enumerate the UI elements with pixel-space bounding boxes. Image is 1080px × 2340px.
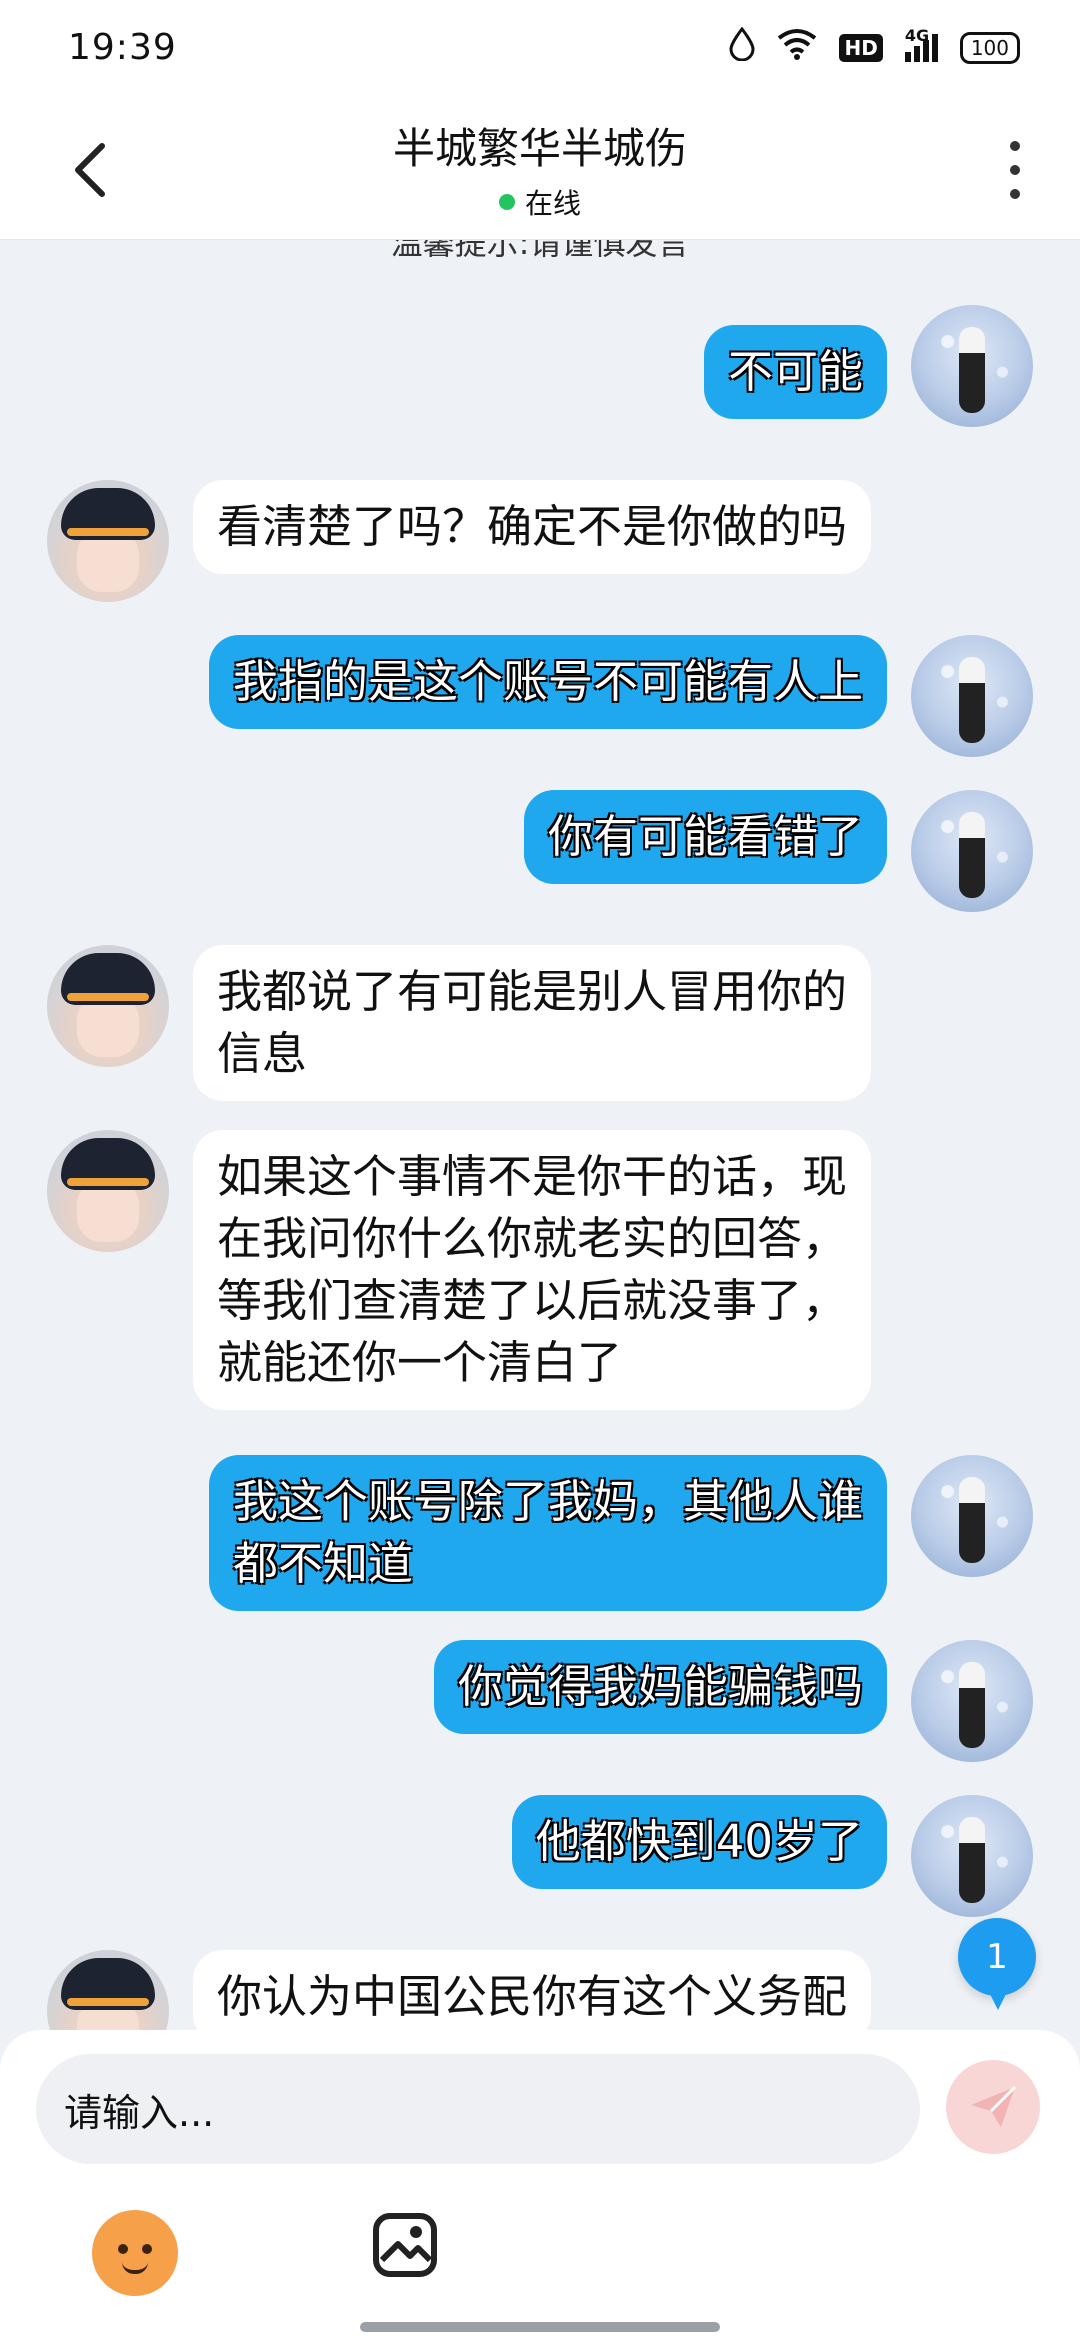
my-avatar[interactable] (911, 635, 1033, 757)
data-saver-icon (729, 26, 755, 69)
message-bubble-sent[interactable]: 你有可能看错了 (523, 790, 887, 884)
message-bubble-sent[interactable]: 他都快到40岁了 (511, 1795, 887, 1889)
chat-area[interactable]: 温馨提示:请谨慎发言 不可能 看清楚了吗？确定不是你做的吗 我指的是这个账号不可… (0, 240, 1080, 2030)
contact-avatar[interactable] (47, 480, 169, 602)
message-input[interactable]: 请输入... (36, 2054, 920, 2164)
contact-avatar[interactable] (47, 1950, 169, 2030)
status-icons: HD 4G 100 (729, 26, 1020, 69)
more-vertical-icon (1010, 141, 1020, 151)
wifi-icon (777, 28, 817, 68)
back-arrow-icon (75, 143, 105, 197)
message-bubble-sent[interactable]: 不可能 (703, 325, 887, 419)
battery-indicator: 100 (959, 31, 1020, 64)
send-icon (971, 2085, 1017, 2127)
my-avatar[interactable] (911, 1455, 1033, 1577)
title-block: 半城繁华半城伤 在线 (240, 115, 840, 222)
contact-avatar[interactable] (47, 1130, 169, 1252)
message-bubble-sent[interactable]: 你觉得我妈能骗钱吗 (433, 1640, 887, 1734)
status-bar: 19:39 HD 4G 100 (0, 0, 1080, 95)
message-bubble-sent[interactable]: 我这个账号除了我妈，其他人谁 都不知道 (208, 1455, 887, 1611)
message-bubble-sent[interactable]: 我指的是这个账号不可能有人上 (208, 635, 887, 729)
contact-avatar[interactable] (47, 945, 169, 1067)
input-bar: 请输入... (0, 2030, 1080, 2340)
online-dot-icon (498, 194, 515, 210)
network-type: 4G (904, 25, 930, 45)
online-label: 在线 (524, 187, 581, 220)
emoji-mascot-icon[interactable] (92, 2210, 178, 2296)
status-time: 19:39 (68, 27, 177, 68)
image-icon (373, 2213, 437, 2277)
chat-header: 半城繁华半城伤 在线 (0, 95, 1080, 240)
signal-icon: 4G (904, 26, 938, 62)
unread-count-badge[interactable]: 1 (958, 1918, 1036, 2010)
my-avatar[interactable] (911, 305, 1033, 427)
image-button[interactable] (370, 2210, 440, 2280)
safety-tip: 温馨提示:请谨慎发言 (390, 240, 690, 262)
more-options-button[interactable] (990, 135, 1040, 205)
contact-name: 半城繁华半城伤 (392, 124, 687, 173)
send-button[interactable] (946, 2060, 1040, 2154)
message-bubble-received[interactable]: 我都说了有可能是别人冒用你的 信息 (193, 945, 872, 1101)
my-avatar[interactable] (911, 790, 1033, 912)
my-avatar[interactable] (911, 1640, 1033, 1762)
my-avatar[interactable] (911, 1795, 1033, 1917)
message-bubble-received[interactable]: 看清楚了吗？确定不是你做的吗 (193, 480, 872, 574)
message-bubble-received[interactable]: 如果这个事情不是你干的话，现 在我问你什么你就老实的回答， 等我们查清楚了以后就… (193, 1130, 872, 1410)
online-status: 在线 (240, 182, 840, 222)
message-bubble-received[interactable]: 你认为中国公民你有这个义务配 (193, 1950, 872, 2030)
back-button[interactable] (60, 135, 120, 205)
home-indicator[interactable] (360, 2322, 720, 2332)
hd-badge: HD (839, 33, 883, 62)
